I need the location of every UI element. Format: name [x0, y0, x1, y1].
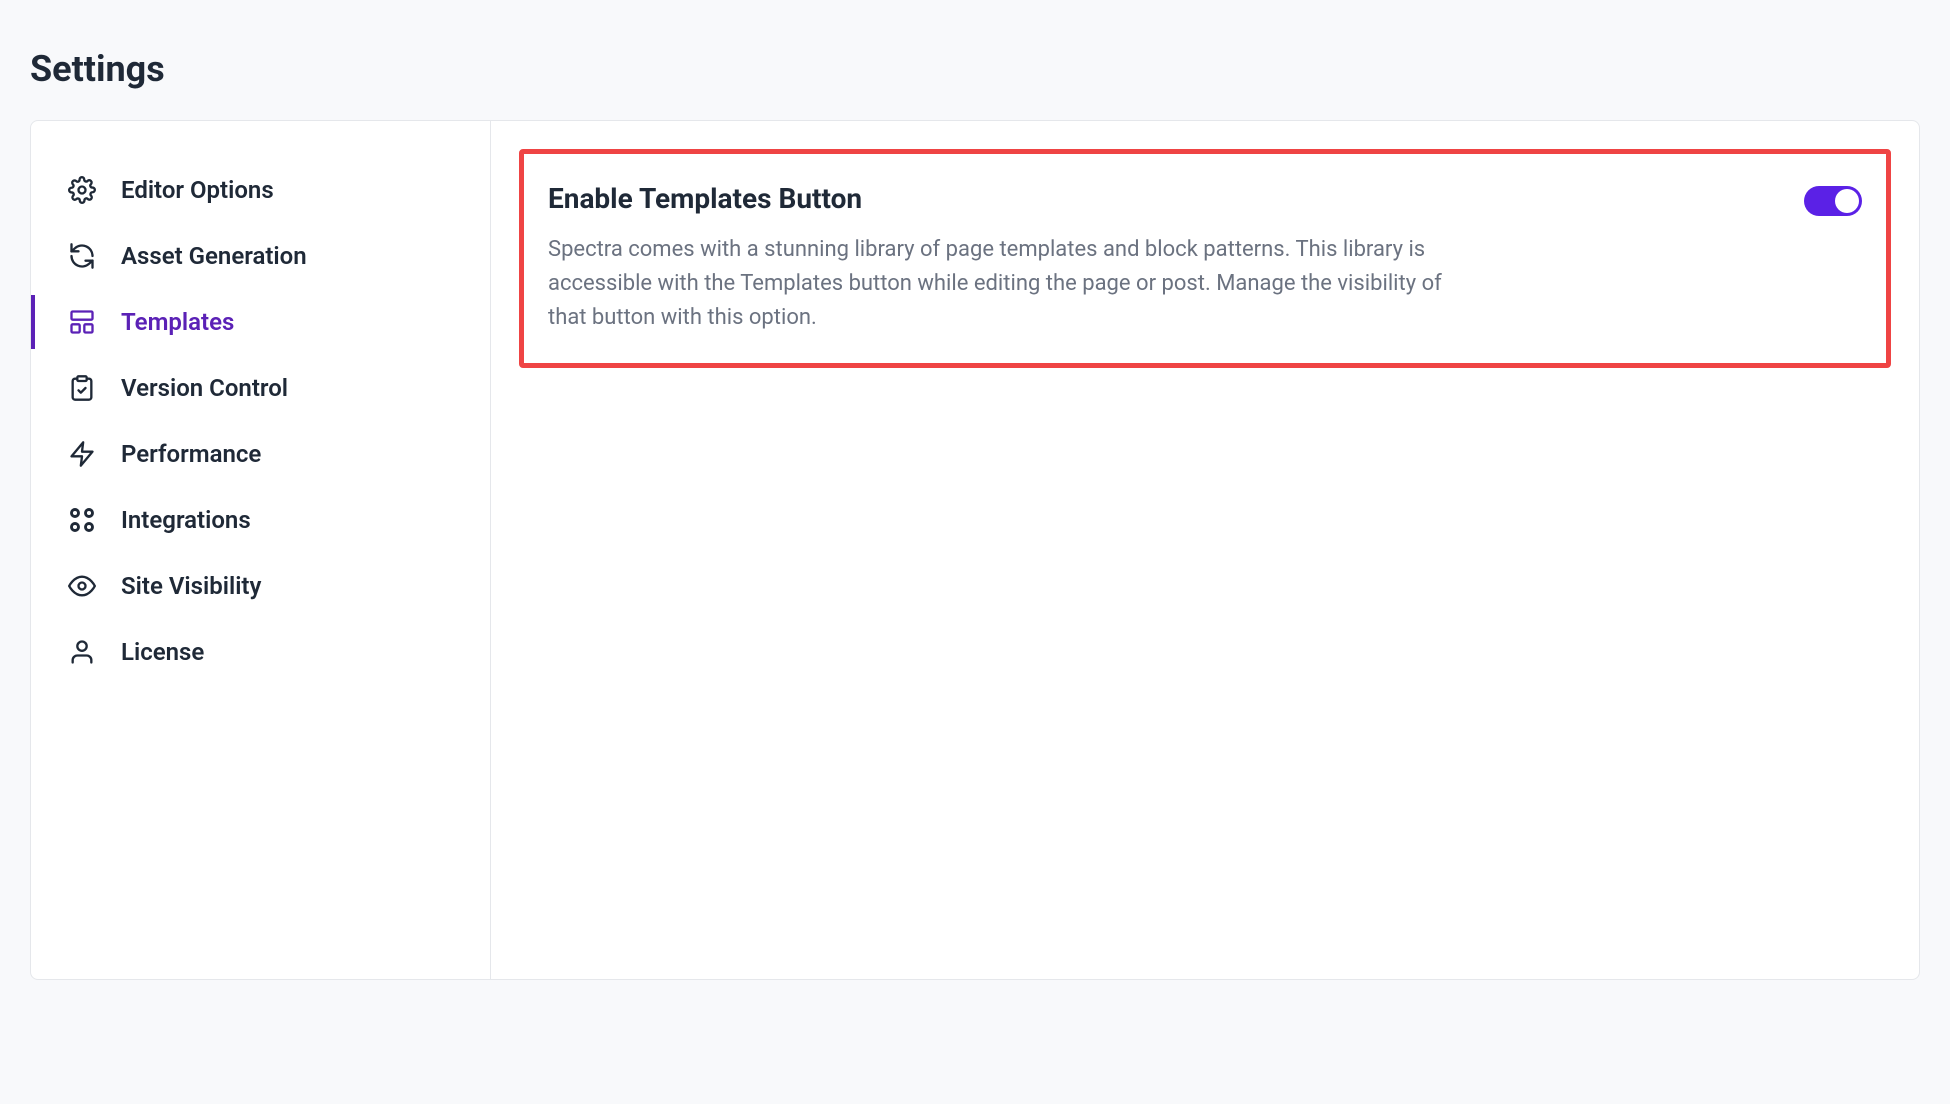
- page-title: Settings: [0, 0, 1950, 120]
- sidebar-item-integrations[interactable]: Integrations: [31, 487, 490, 553]
- sidebar-item-license[interactable]: License: [31, 619, 490, 685]
- bolt-icon: [67, 439, 97, 469]
- eye-icon: [67, 571, 97, 601]
- content-area: Enable Templates Button Spectra comes wi…: [491, 121, 1919, 979]
- sidebar-item-templates[interactable]: Templates: [31, 289, 490, 355]
- enable-templates-toggle[interactable]: [1804, 186, 1862, 216]
- sidebar-item-version-control[interactable]: Version Control: [31, 355, 490, 421]
- card-text: Enable Templates Button Spectra comes wi…: [548, 182, 1468, 335]
- sidebar: Editor Options Asset Generation Template…: [31, 121, 491, 979]
- clipboard-check-icon: [67, 373, 97, 403]
- sidebar-item-label: Performance: [121, 440, 261, 468]
- sidebar-item-label: Asset Generation: [121, 242, 307, 270]
- sidebar-item-label: Version Control: [121, 374, 288, 402]
- sidebar-item-site-visibility[interactable]: Site Visibility: [31, 553, 490, 619]
- sidebar-item-editor-options[interactable]: Editor Options: [31, 157, 490, 223]
- sidebar-item-label: Integrations: [121, 506, 251, 534]
- sidebar-item-label: Site Visibility: [121, 572, 261, 600]
- sidebar-item-performance[interactable]: Performance: [31, 421, 490, 487]
- grid-icon: [67, 505, 97, 535]
- sidebar-item-label: License: [121, 638, 204, 666]
- card-title: Enable Templates Button: [548, 182, 1468, 215]
- gear-icon: [67, 175, 97, 205]
- layout-icon: [67, 307, 97, 337]
- sidebar-item-asset-generation[interactable]: Asset Generation: [31, 223, 490, 289]
- toggle-knob: [1835, 189, 1859, 213]
- settings-panel: Editor Options Asset Generation Template…: [30, 120, 1920, 980]
- card-description: Spectra comes with a stunning library of…: [548, 233, 1468, 335]
- sidebar-item-label: Editor Options: [121, 176, 274, 204]
- refresh-icon: [67, 241, 97, 271]
- user-icon: [67, 637, 97, 667]
- templates-setting-card: Enable Templates Button Spectra comes wi…: [519, 149, 1891, 368]
- sidebar-item-label: Templates: [121, 308, 234, 336]
